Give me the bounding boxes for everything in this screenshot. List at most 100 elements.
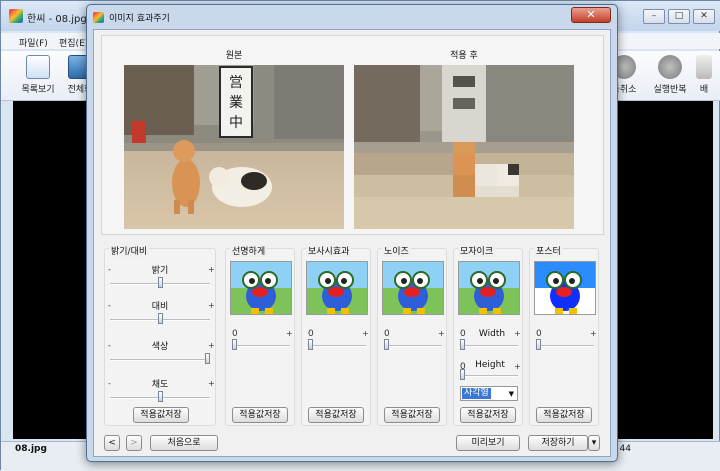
dialog-title: 이미지 효과주기 xyxy=(109,14,170,24)
hue-label: 색상 xyxy=(151,342,169,352)
maximize-button[interactable]: □ xyxy=(668,9,690,24)
noise-slider[interactable] xyxy=(384,339,442,353)
save-dropdown-button[interactable]: ▾ xyxy=(588,435,600,451)
saturation-slider[interactable] xyxy=(110,391,210,405)
contrast-label: 대비 xyxy=(151,302,169,312)
noise-value: 0 xyxy=(384,329,390,339)
save-button[interactable]: 저장하기 xyxy=(528,435,588,451)
toolbar-more[interactable]: 배 xyxy=(689,55,719,95)
redo-icon xyxy=(658,55,682,79)
blur-group: 보사시효과 0 + 적용값저장 xyxy=(301,244,371,426)
blur-title: 보사시효과 xyxy=(306,244,352,257)
mosaic-save-button[interactable]: 적용값저장 xyxy=(460,407,516,423)
saturation-label: 채도 xyxy=(151,380,169,390)
preview-panel: 원본 적용 후 営 業 中 xyxy=(101,35,604,235)
slider-thumb[interactable] xyxy=(158,277,163,288)
status-filename: 08.jpg xyxy=(15,444,47,454)
noise-save-button[interactable]: 적용값저장 xyxy=(384,407,440,423)
poster-save-button[interactable]: 적용값저장 xyxy=(536,407,592,423)
saturation-minus: - xyxy=(108,379,111,388)
preview-button[interactable]: 미리보기 xyxy=(456,435,520,451)
slider-thumb[interactable] xyxy=(232,339,237,350)
noise-thumbnail xyxy=(382,261,444,315)
blur-slider[interactable] xyxy=(308,339,366,353)
poster-title: 포스터 xyxy=(534,244,563,257)
prev-button[interactable]: < xyxy=(104,435,120,451)
sharpen-slider[interactable] xyxy=(232,339,290,353)
sharpen-plus: + xyxy=(286,329,293,338)
brightness-minus: - xyxy=(108,265,111,274)
slider-thumb[interactable] xyxy=(384,339,389,350)
sharpen-thumbnail xyxy=(230,261,292,315)
mosaic-height-slider[interactable] xyxy=(460,369,518,383)
mosaic-value: 0 xyxy=(460,329,466,339)
contrast-slider[interactable] xyxy=(110,313,210,327)
original-label: 원본 xyxy=(225,51,243,61)
brightness-contrast-title: 밝기/대비 xyxy=(109,244,150,257)
mosaic-thumbnail xyxy=(458,261,520,315)
slider-thumb[interactable] xyxy=(205,353,210,364)
contrast-plus: + xyxy=(208,301,215,310)
mosaic-slider[interactable] xyxy=(460,339,518,353)
slider-thumb[interactable] xyxy=(460,369,465,380)
svg-text:営: 営 xyxy=(229,75,243,91)
blur-plus: + xyxy=(362,329,369,338)
brightness-slider[interactable] xyxy=(110,277,210,291)
image-effects-dialog: 이미지 효과주기 ✕ 원본 적용 후 営 業 中 밝기/대비 - 밝기 + - … xyxy=(86,4,618,462)
after-label: 적용 후 xyxy=(450,51,478,61)
mosaic-shape-select[interactable]: 사각형 ▼ xyxy=(460,386,518,401)
mosaic-group: 모자이크 0 + Width 0 Height + 사각형 ▼ 적용값저장 xyxy=(453,244,523,426)
slider-thumb[interactable] xyxy=(536,339,541,350)
slider-thumb[interactable] xyxy=(158,391,163,402)
list-view-icon xyxy=(26,55,50,79)
mosaic-shape-value: 사각형 xyxy=(462,388,491,399)
slider-thumb[interactable] xyxy=(308,339,313,350)
dialog-body: 원본 적용 후 営 業 中 밝기/대비 - 밝기 + - 대비 + - 색상 +… xyxy=(93,29,611,457)
hue-plus: + xyxy=(208,341,215,350)
menu-file[interactable]: 파일(F) xyxy=(19,36,48,49)
noise-group: 노이즈 0 + 적용값저장 xyxy=(377,244,447,426)
blur-value: 0 xyxy=(308,329,314,339)
after-image xyxy=(354,65,574,229)
slider-thumb[interactable] xyxy=(158,313,163,324)
slider-thumb[interactable] xyxy=(460,339,465,350)
toolbar-redo[interactable]: 실행반복 xyxy=(645,55,695,95)
mosaic-width-label: Width xyxy=(478,329,506,339)
menu-edit[interactable]: 편집(E) xyxy=(59,36,88,49)
hue-slider[interactable] xyxy=(110,353,210,367)
poster-thumbnail xyxy=(534,261,596,315)
bg-window-title: 한씨 - 08.jpg xyxy=(27,14,87,25)
more-icon xyxy=(696,55,712,79)
brightness-contrast-group: 밝기/대비 - 밝기 + - 대비 + - 색상 + - 채도 + 적용값저장 xyxy=(104,244,216,426)
blur-save-button[interactable]: 적용값저장 xyxy=(308,407,364,423)
noise-plus: + xyxy=(438,329,445,338)
mosaic-plus: + xyxy=(514,329,521,338)
hue-minus: - xyxy=(108,341,111,350)
app-logo-icon xyxy=(93,12,104,23)
mosaic-title: 모자이크 xyxy=(458,244,496,257)
contrast-minus: - xyxy=(108,301,111,310)
close-button[interactable]: ✕ xyxy=(693,9,715,24)
original-image: 営 業 中 xyxy=(124,65,344,229)
sharpen-save-button[interactable]: 적용값저장 xyxy=(232,407,288,423)
sharpen-group: 선명하게 0 + 적용값저장 xyxy=(225,244,295,426)
blur-thumbnail xyxy=(306,261,368,315)
sharpen-title: 선명하게 xyxy=(230,244,268,257)
dialog-close-button[interactable]: ✕ xyxy=(571,7,611,23)
brightness-plus: + xyxy=(208,265,215,274)
next-button[interactable]: > xyxy=(126,435,142,451)
poster-slider[interactable] xyxy=(536,339,594,353)
saturation-plus: + xyxy=(208,379,215,388)
brightness-save-button[interactable]: 적용값저장 xyxy=(133,407,189,423)
svg-text:中: 中 xyxy=(229,115,243,131)
brightness-label: 밝기 xyxy=(151,266,169,276)
noise-title: 노이즈 xyxy=(382,244,411,257)
poster-value: 0 xyxy=(536,329,542,339)
sharpen-value: 0 xyxy=(232,329,238,339)
minimize-button[interactable]: – xyxy=(643,9,665,24)
poster-plus: + xyxy=(590,329,597,338)
svg-text:業: 業 xyxy=(229,95,243,111)
poster-group: 포스터 0 + 적용값저장 xyxy=(529,244,599,426)
dialog-title-bar: 이미지 효과주기 ✕ xyxy=(87,5,617,29)
reset-button[interactable]: 처음으로 xyxy=(150,435,218,451)
